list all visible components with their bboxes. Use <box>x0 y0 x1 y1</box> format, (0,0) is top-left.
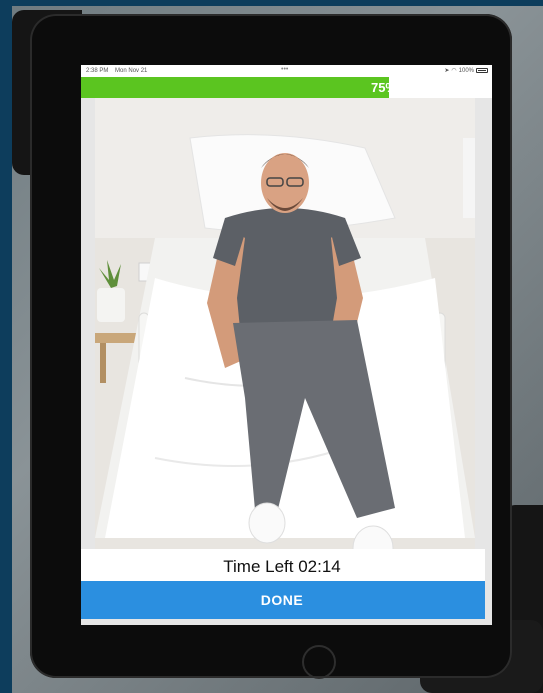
left-blue-edge <box>0 0 12 693</box>
wifi-icon: ◠ <box>451 68 457 74</box>
progress-bar: 75% <box>81 77 492 98</box>
done-button[interactable]: DONE <box>81 581 485 619</box>
battery-icon <box>476 68 488 73</box>
progress-label: 75% <box>370 80 397 95</box>
top-blue-edge <box>0 0 543 6</box>
status-time: 2:38 PM Mon Nov 21 <box>86 68 147 74</box>
location-arrow-icon: ➤ <box>444 68 450 74</box>
tablet-screen: 2:38 PM Mon Nov 21 ••• ➤ ◠ 100% 75% Time… <box>81 65 492 625</box>
exercise-video[interactable] <box>95 98 475 553</box>
home-button[interactable] <box>302 645 336 679</box>
battery-percent: 100% <box>458 67 474 74</box>
status-bar: 2:38 PM Mon Nov 21 ••• ➤ ◠ 100% <box>81 65 492 77</box>
progress-fill <box>81 77 390 98</box>
multitask-dots[interactable]: ••• <box>281 66 288 73</box>
exercise-demo-photo <box>95 98 475 553</box>
status-indicators: ➤ ◠ 100% <box>444 67 488 74</box>
status-clock: 2:38 PM <box>86 68 109 74</box>
time-left-label: Time Left 02:14 <box>223 557 341 576</box>
status-date: Mon Nov 21 <box>115 68 148 74</box>
